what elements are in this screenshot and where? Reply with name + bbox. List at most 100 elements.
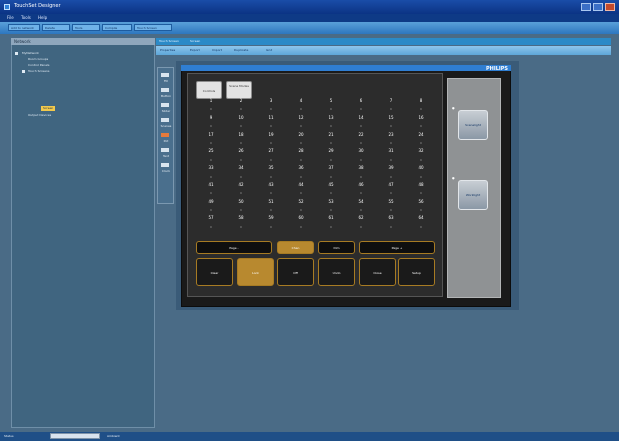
channel-number[interactable]: 50 bbox=[226, 199, 256, 208]
menu-tools[interactable]: Tools bbox=[21, 15, 31, 20]
clock-icon[interactable] bbox=[161, 163, 169, 167]
channel-number[interactable]: 47 bbox=[376, 182, 406, 191]
menu-file[interactable]: File bbox=[7, 15, 14, 20]
tree-expander-icon[interactable] bbox=[22, 70, 25, 73]
channel-number[interactable]: 35 bbox=[256, 166, 286, 174]
channel-number[interactable]: 27 bbox=[256, 149, 286, 157]
channel-number[interactable]: 48 bbox=[406, 182, 436, 191]
tools-button[interactable]: Tools bbox=[72, 24, 100, 31]
channel-number[interactable]: 18 bbox=[226, 132, 256, 141]
scenes-icon[interactable] bbox=[161, 118, 169, 122]
channel-number[interactable]: 12 bbox=[286, 115, 316, 124]
channel-number[interactable]: 20 bbox=[286, 132, 316, 141]
channel-number[interactable]: 42 bbox=[226, 182, 256, 191]
page-up-button[interactable]: Page + bbox=[359, 241, 435, 254]
channel-number[interactable]: 32 bbox=[406, 149, 436, 157]
import-button[interactable]: Import bbox=[212, 48, 222, 53]
undo-button[interactable]: Undo bbox=[318, 258, 355, 286]
compile-button[interactable]: Compile bbox=[102, 24, 132, 31]
channel-number[interactable]: 2 bbox=[226, 98, 256, 107]
tree-item-control-panels[interactable]: Control Panels bbox=[28, 63, 49, 67]
tree-item-room-groups[interactable]: Room Groups bbox=[28, 57, 48, 61]
menu-help[interactable]: Help bbox=[38, 15, 47, 20]
channel-number[interactable]: 23 bbox=[376, 132, 406, 141]
channel-number[interactable]: 30 bbox=[346, 149, 376, 157]
fill-icon[interactable] bbox=[161, 73, 169, 77]
channel-number[interactable]: 58 bbox=[226, 216, 256, 224]
channel-number[interactable]: 13 bbox=[316, 115, 346, 124]
tree-item-touch-screens[interactable]: Touch Screens bbox=[28, 69, 49, 73]
channel-number[interactable]: 10 bbox=[226, 115, 256, 124]
tree-expander-icon[interactable] bbox=[15, 52, 18, 55]
channel-number[interactable]: 39 bbox=[376, 166, 406, 174]
dim-button[interactable]: Dim bbox=[318, 241, 355, 254]
channel-number[interactable]: 59 bbox=[256, 216, 286, 224]
channel-number[interactable]: 25 bbox=[196, 149, 226, 157]
channel-number[interactable]: 6 bbox=[346, 98, 376, 107]
channel-number[interactable]: 55 bbox=[376, 199, 406, 208]
channel-number[interactable]: 8 bbox=[406, 98, 436, 107]
tree-item-output-devices[interactable]: Output Devices bbox=[28, 113, 51, 117]
channel-number[interactable]: 11 bbox=[256, 115, 286, 124]
channel-number[interactable]: 26 bbox=[226, 149, 256, 157]
channel-number[interactable]: 63 bbox=[376, 216, 406, 224]
channel-number[interactable]: 54 bbox=[346, 199, 376, 208]
channel-number[interactable]: 43 bbox=[256, 182, 286, 191]
channel-number[interactable]: 29 bbox=[316, 149, 346, 157]
channel-number[interactable]: 36 bbox=[286, 166, 316, 174]
channel-number[interactable]: 56 bbox=[406, 199, 436, 208]
channel-number[interactable]: 7 bbox=[376, 98, 406, 107]
page-down-button[interactable]: Page - bbox=[196, 241, 272, 254]
channel-number[interactable]: 9 bbox=[196, 115, 226, 124]
delete-button[interactable]: Delete bbox=[42, 24, 70, 31]
channel-number[interactable]: 46 bbox=[346, 182, 376, 191]
touch-screen-button[interactable]: Touch Screen bbox=[134, 24, 172, 31]
channel-number[interactable]: 14 bbox=[346, 115, 376, 124]
grid-button[interactable]: Grid bbox=[266, 48, 272, 53]
channel-number[interactable]: 40 bbox=[406, 166, 436, 174]
properties-button[interactable]: Properties bbox=[160, 48, 175, 53]
close-button[interactable] bbox=[605, 3, 615, 11]
channel-number[interactable]: 53 bbox=[316, 199, 346, 208]
channel-number[interactable]: 31 bbox=[376, 149, 406, 157]
pot-icon[interactable] bbox=[161, 133, 169, 137]
export-button[interactable]: Export bbox=[190, 48, 200, 53]
channel-number[interactable]: 52 bbox=[286, 199, 316, 208]
channel-number[interactable]: 37 bbox=[316, 166, 346, 174]
channel-number[interactable]: 64 bbox=[406, 216, 436, 224]
channel-number[interactable]: 51 bbox=[256, 199, 286, 208]
channel-number[interactable]: 3 bbox=[256, 98, 286, 107]
channel-number[interactable]: 24 bbox=[406, 132, 436, 141]
channel-number[interactable]: 41 bbox=[196, 182, 226, 191]
channel-number[interactable]: 15 bbox=[376, 115, 406, 124]
close-device-button[interactable]: Close bbox=[359, 258, 396, 286]
duplicate-button[interactable]: Duplicate bbox=[234, 48, 248, 53]
setup-button[interactable]: Setup bbox=[398, 258, 435, 286]
channel-number[interactable]: 16 bbox=[406, 115, 436, 124]
channel-number[interactable]: 1 bbox=[196, 98, 226, 107]
maximize-button[interactable] bbox=[593, 3, 603, 11]
channel-number[interactable]: 44 bbox=[286, 182, 316, 191]
channel-number[interactable]: 28 bbox=[286, 149, 316, 157]
channel-number[interactable]: 61 bbox=[316, 216, 346, 224]
channel-number[interactable]: 34 bbox=[226, 166, 256, 174]
chan-button[interactable]: Chan bbox=[277, 241, 314, 254]
button-icon[interactable] bbox=[161, 88, 169, 92]
channel-number[interactable]: 17 bbox=[196, 132, 226, 141]
scene-modes-button[interactable]: Scene Modes bbox=[226, 81, 252, 99]
channel-number[interactable]: 49 bbox=[196, 199, 226, 208]
channel-number[interactable]: 45 bbox=[316, 182, 346, 191]
channel-number[interactable]: 4 bbox=[286, 98, 316, 107]
add-to-network-button[interactable]: Add to network bbox=[8, 24, 40, 31]
channel-number[interactable]: 33 bbox=[196, 166, 226, 174]
channel-number[interactable]: 57 bbox=[196, 216, 226, 224]
tab-touch-screen[interactable]: Touch Screen bbox=[159, 39, 179, 43]
channel-number[interactable]: 60 bbox=[286, 216, 316, 224]
channel-number[interactable]: 5 bbox=[316, 98, 346, 107]
tab-screen[interactable]: Screen bbox=[190, 39, 200, 43]
worklight-button[interactable]: Worklight bbox=[458, 180, 488, 210]
channel-number[interactable]: 62 bbox=[346, 216, 376, 224]
channel-number[interactable]: 22 bbox=[346, 132, 376, 141]
scenelight-button[interactable]: Scenelight bbox=[458, 110, 488, 140]
tree-item-mynetwork[interactable]: MyNetwork bbox=[22, 51, 39, 55]
